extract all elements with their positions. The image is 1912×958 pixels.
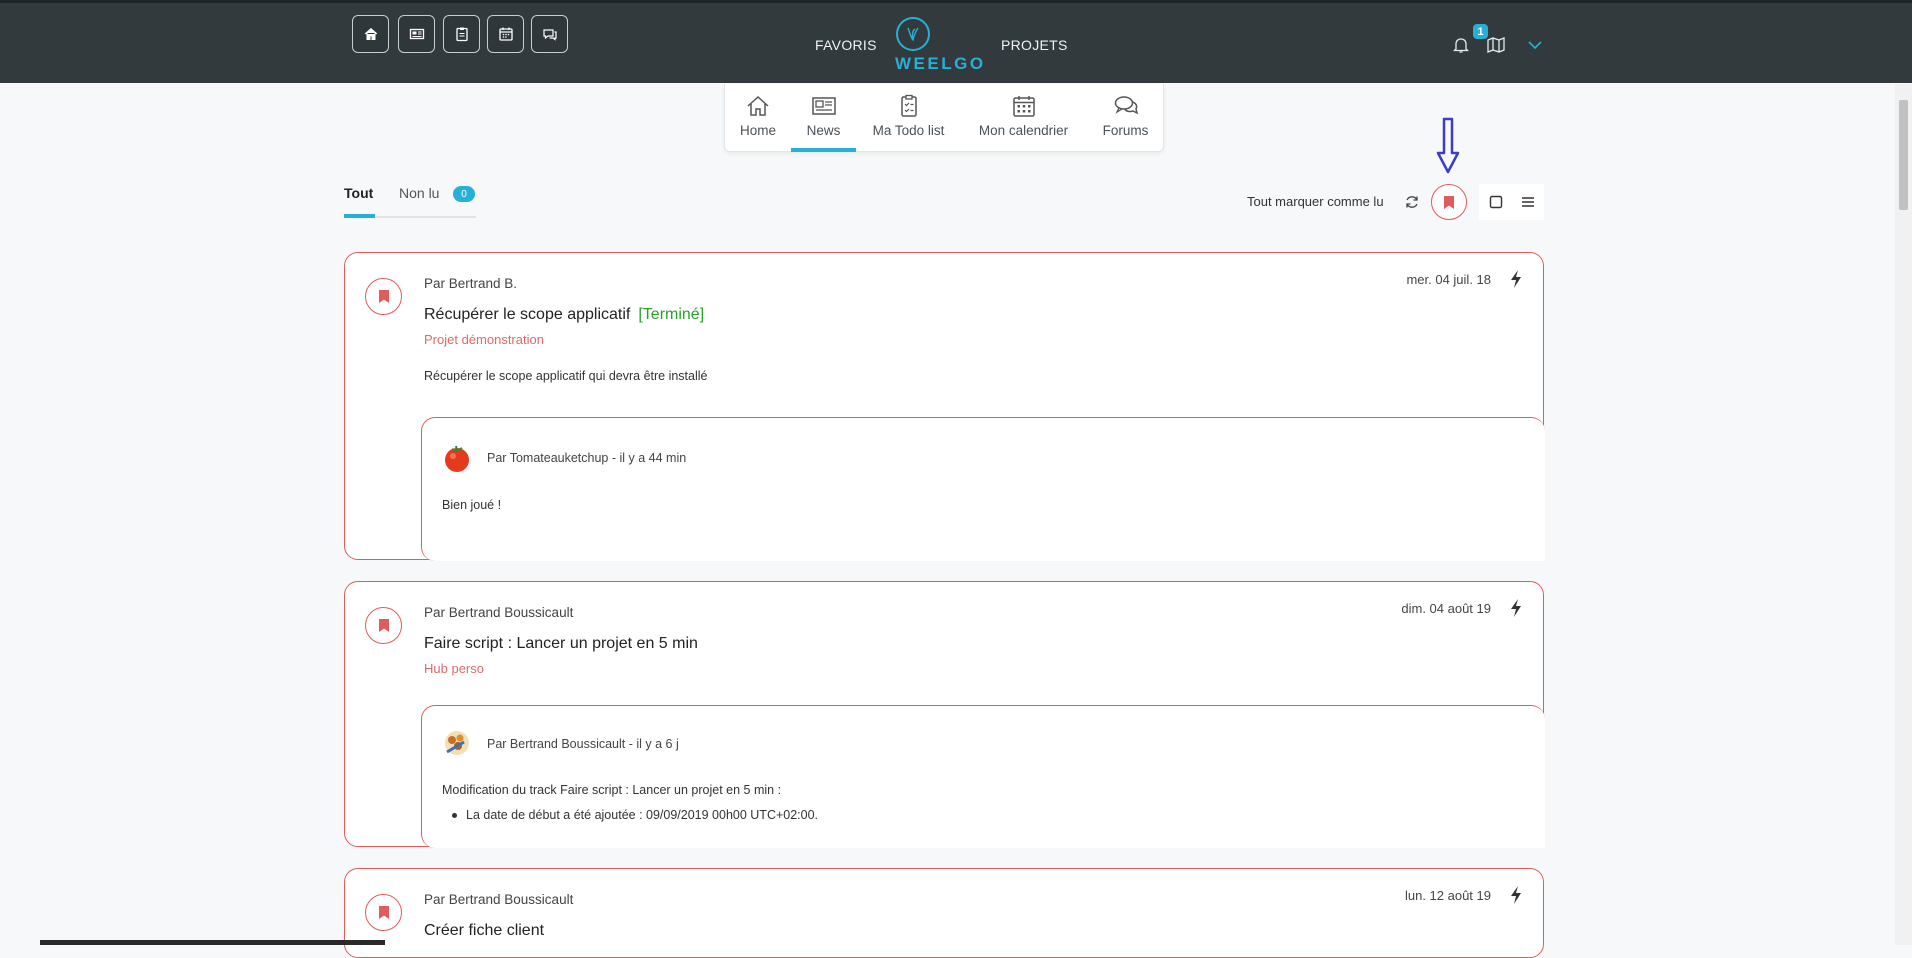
chat-icon [542, 29, 557, 41]
card-bookmark-button[interactable] [365, 278, 402, 315]
card-title-text: Récupérer le scope applicatif [424, 306, 631, 323]
card-date: lun. 12 août 19 [1404, 888, 1491, 903]
projets-link[interactable]: PROJETS [1001, 37, 1068, 53]
horizontal-scrollbar[interactable] [40, 940, 385, 945]
card-bookmark-button[interactable] [365, 607, 402, 644]
bell-icon[interactable] [1451, 35, 1471, 55]
card-project-link[interactable]: Projet démonstration [424, 332, 544, 347]
top-navbar: FAVORIS WEELGO PROJETS 1 [0, 0, 1912, 83]
square-icon [1489, 195, 1502, 209]
card-title[interactable]: Récupérer le scope applicatif [Terminé] [424, 306, 704, 324]
bookmark-icon [378, 290, 389, 303]
newspaper-icon [409, 28, 424, 40]
bolt-icon[interactable] [1509, 599, 1523, 617]
logo-icon [907, 27, 919, 42]
avatar [445, 731, 469, 755]
tab-home[interactable]: Home [725, 84, 791, 152]
card-title[interactable]: Créer fiche client [424, 922, 544, 940]
bookmark-icon [378, 906, 389, 919]
quick-home-button[interactable] [352, 15, 389, 53]
avatar [445, 445, 469, 472]
refresh-icon [1406, 196, 1418, 208]
comment-text: Modification du track Faire script : Lan… [442, 783, 782, 797]
card-comment: Par Tomateauketchup - il y a 44 min Bien… [421, 417, 1545, 561]
quick-forum-button[interactable] [531, 15, 568, 53]
card-date: mer. 04 juil. 18 [1406, 272, 1491, 287]
scrollbar-thumb[interactable] [1899, 100, 1908, 210]
comment-text: Bien joué ! [442, 498, 502, 512]
favoris-link[interactable]: FAVORIS [815, 37, 877, 53]
tab-todo[interactable]: Ma Todo list [856, 84, 961, 152]
bolt-icon[interactable] [1509, 270, 1523, 288]
vertical-scrollbar[interactable] [1895, 84, 1912, 945]
card-status: [Terminé] [638, 306, 705, 323]
chevron-down-icon[interactable] [1525, 35, 1545, 55]
news-card[interactable]: Par Bertrand Boussicault dim. 04 août 19… [344, 581, 1545, 848]
tab-news[interactable]: News [791, 84, 856, 152]
news-card[interactable]: Par Bertrand B. mer. 04 juil. 18 Récupér… [344, 252, 1545, 561]
bullet-dot [452, 812, 457, 818]
card-author: Par Bertrand Boussicault [424, 892, 574, 907]
card-date: dim. 04 août 19 [1401, 601, 1491, 616]
tab-calendar[interactable]: Mon calendrier [961, 84, 1086, 152]
bookmark-icon [1444, 195, 1454, 209]
list-view-button[interactable] [1511, 184, 1544, 220]
comment-meta: Par Bertrand Boussicault - il y a 6 j [487, 737, 679, 751]
card-bookmark-button[interactable] [365, 894, 402, 931]
comment-bullet-text: La date de début a été ajoutée : 09/09/2… [466, 808, 819, 822]
card-comment: Par Bertrand Boussicault - il y a 6 j Mo… [421, 705, 1545, 848]
quick-todo-button[interactable] [443, 15, 480, 53]
filter-tab-all[interactable]: Tout [344, 185, 373, 201]
tab-underline-track [375, 216, 476, 218]
comment-meta: Par Tomateauketchup - il y a 44 min [487, 451, 687, 465]
section-tabs: Home News Ma Todo list Mon calendrier Fo… [724, 84, 1164, 152]
bookmark-filter-button[interactable] [1431, 184, 1467, 220]
tab-label: Ma Todo list [872, 123, 945, 138]
home-icon [747, 95, 769, 116]
newspaper-icon [811, 97, 836, 115]
unread-count-badge: 0 [453, 186, 475, 202]
clipboard-icon [455, 27, 468, 42]
clipboard-icon [900, 94, 917, 117]
card-title[interactable]: Faire script : Lancer un projet en 5 min [424, 635, 698, 653]
tab-label: Home [739, 123, 776, 138]
tab-label: News [806, 123, 841, 138]
filter-tab-unread[interactable]: Non lu [399, 185, 439, 201]
list-icon [1521, 197, 1534, 207]
tab-label: Forums [1102, 123, 1149, 138]
card-project-link[interactable]: Hub perso [424, 661, 484, 676]
refresh-button[interactable] [1401, 191, 1423, 213]
weelgo-logo-text[interactable]: WEELGO [895, 54, 986, 74]
card-view-button[interactable] [1479, 184, 1512, 220]
card-author: Par Bertrand Boussicault [424, 605, 574, 620]
card-author: Par Bertrand B. [424, 276, 518, 291]
mark-all-read-button[interactable]: Tout marquer comme lu [1247, 194, 1384, 209]
weelgo-logo-mark[interactable] [896, 17, 930, 51]
home-icon [364, 27, 377, 40]
chat-icon [1114, 96, 1138, 115]
quick-calendar-button[interactable] [487, 15, 524, 53]
active-tab-indicator [344, 214, 375, 218]
tab-forums[interactable]: Forums [1086, 84, 1165, 152]
quick-news-button[interactable] [398, 15, 435, 53]
bookmark-icon [378, 619, 389, 632]
arrow-down-annotation [1436, 117, 1460, 174]
calendar-icon [498, 27, 513, 41]
card-description: Récupérer le scope applicatif qui devra … [424, 369, 708, 383]
bolt-icon[interactable] [1509, 886, 1523, 904]
tab-label: Mon calendrier [978, 123, 1069, 138]
comment-bullet-item: La date de début a été ajoutée : 09/09/2… [452, 808, 818, 822]
map-icon[interactable] [1486, 35, 1506, 55]
calendar-icon [1012, 96, 1035, 117]
